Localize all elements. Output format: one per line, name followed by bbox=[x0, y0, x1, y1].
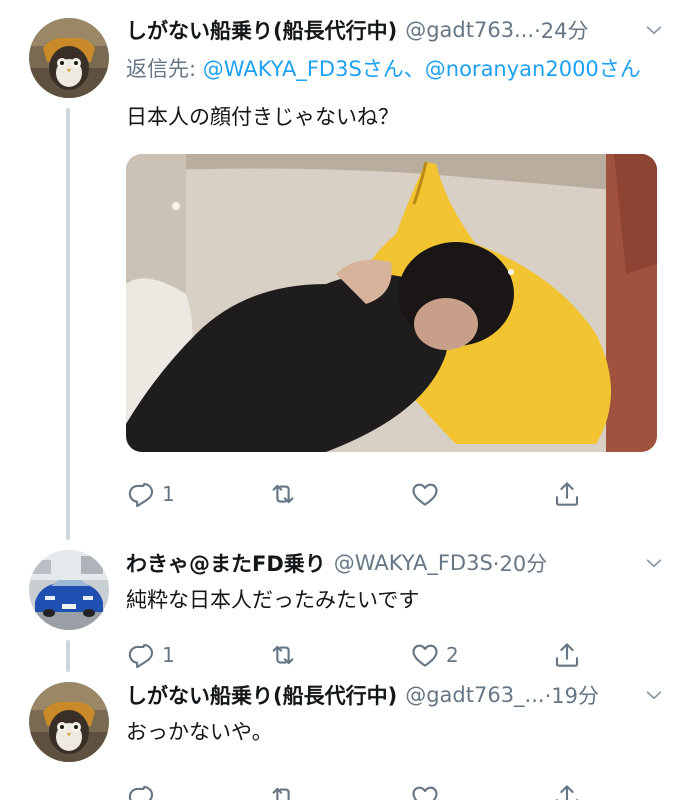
tweet-text: 日本人の顔付きじゃないね？ bbox=[126, 105, 399, 129]
reply-button[interactable]: 1 bbox=[126, 479, 268, 509]
share-button[interactable] bbox=[552, 479, 582, 509]
action-bar: 1 bbox=[126, 474, 667, 514]
reply-context: 返信先: @WAKYA_FD3Sさん、@noranyan2000さん bbox=[126, 52, 667, 86]
tweet[interactable]: しがない船乗り(船長代行中) @gadt763_... ·19分 おっかないや。 bbox=[126, 675, 667, 800]
thread-line bbox=[66, 108, 70, 540]
retweet-button[interactable] bbox=[268, 782, 410, 800]
share-button[interactable] bbox=[552, 640, 582, 670]
reply-button[interactable] bbox=[126, 782, 268, 800]
action-bar bbox=[126, 777, 667, 800]
share-icon bbox=[552, 640, 582, 670]
chevron-down-icon[interactable] bbox=[641, 17, 667, 43]
heart-icon bbox=[410, 640, 440, 670]
retweet-button[interactable] bbox=[268, 640, 410, 670]
avatar[interactable] bbox=[29, 682, 109, 762]
reply-to-label: 返信先: bbox=[126, 57, 203, 81]
user-handle[interactable]: @gadt763... bbox=[405, 18, 534, 42]
user-handle[interactable]: @WAKYA_FD3S bbox=[334, 551, 493, 575]
tweet-text: 純粋な日本人だったみたいです bbox=[126, 588, 420, 612]
reply-mentions-link[interactable]: @WAKYA_FD3Sさん、@noranyan2000さん bbox=[203, 57, 641, 81]
display-name[interactable]: しがない船乗り(船長代行中) bbox=[126, 15, 397, 45]
like-button[interactable] bbox=[410, 782, 552, 800]
retweet-button[interactable] bbox=[268, 479, 410, 509]
chevron-down-icon[interactable] bbox=[641, 682, 667, 708]
share-icon bbox=[552, 479, 582, 509]
display-name[interactable]: しがない船乗り(船長代行中) bbox=[126, 680, 397, 710]
display-name[interactable]: わきゃ@またFD乗り bbox=[126, 548, 326, 578]
timestamp[interactable]: ·20分 bbox=[493, 548, 547, 578]
share-button[interactable] bbox=[552, 782, 582, 800]
reply-icon bbox=[126, 479, 156, 509]
chevron-down-icon[interactable] bbox=[641, 550, 667, 576]
share-icon bbox=[552, 782, 582, 800]
reply-count: 1 bbox=[162, 643, 175, 667]
action-bar: 1 2 bbox=[126, 635, 667, 675]
tweet-header: わきゃ@またFD乗り @WAKYA_FD3S ·20分 bbox=[126, 543, 667, 583]
tweet[interactable]: しがない船乗り(船長代行中) @gadt763... ·24分 返信先: @WA… bbox=[126, 10, 667, 514]
avatar[interactable] bbox=[29, 18, 109, 98]
retweet-icon bbox=[268, 640, 298, 670]
avatar[interactable] bbox=[29, 550, 109, 630]
retweet-icon bbox=[268, 782, 298, 800]
tweet-header: しがない船乗り(船長代行中) @gadt763_... ·19分 bbox=[126, 675, 667, 715]
reply-button[interactable]: 1 bbox=[126, 640, 268, 670]
user-handle[interactable]: @gadt763_... bbox=[405, 683, 544, 707]
reply-icon bbox=[126, 640, 156, 670]
thread-line bbox=[66, 640, 70, 672]
tweet-text: おっかないや。 bbox=[126, 720, 273, 744]
like-button[interactable] bbox=[410, 479, 552, 509]
like-count: 2 bbox=[446, 643, 459, 667]
heart-icon bbox=[410, 479, 440, 509]
heart-icon bbox=[410, 782, 440, 800]
reply-count: 1 bbox=[162, 482, 175, 506]
timestamp[interactable]: ·24分 bbox=[534, 15, 588, 45]
timestamp[interactable]: ·19分 bbox=[545, 680, 599, 710]
tweet-photo[interactable] bbox=[126, 154, 657, 452]
like-button[interactable]: 2 bbox=[410, 640, 552, 670]
tweet[interactable]: わきゃ@またFD乗り @WAKYA_FD3S ·20分 純粋な日本人だったみたい… bbox=[126, 543, 667, 675]
retweet-icon bbox=[268, 479, 298, 509]
reply-icon bbox=[126, 782, 156, 800]
tweet-header: しがない船乗り(船長代行中) @gadt763... ·24分 bbox=[126, 10, 667, 50]
